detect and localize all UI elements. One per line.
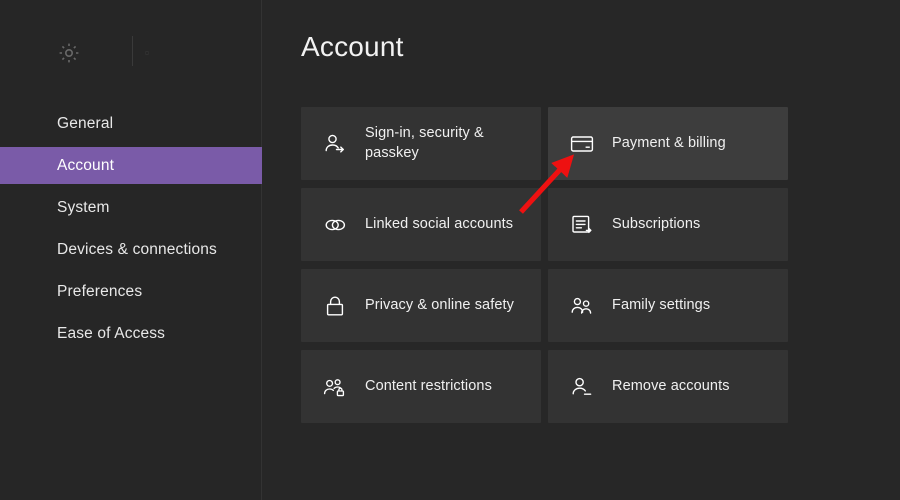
tile-label: Remove accounts [612,377,730,394]
tile-family-settings[interactable]: Family settings [548,269,788,342]
tile-label: Subscriptions [612,215,701,232]
sidebar-nav: General Account System Devices & connect… [0,105,262,352]
tile-label: Privacy & online safety [365,296,514,313]
header-ghost-glyph: ▫ [144,45,150,60]
gear-icon[interactable] [57,41,81,65]
tile-subscriptions[interactable]: Subscriptions [548,188,788,261]
person-arrow-icon [322,131,348,157]
sidebar-item-ease-of-access[interactable]: Ease of Access [0,315,262,352]
sidebar-item-label: Ease of Access [57,324,166,342]
tile-remove-accounts[interactable]: Remove accounts [548,350,788,423]
tile-content-restrictions[interactable]: Content restrictions [301,350,541,423]
document-list-icon [569,212,595,238]
account-tile-grid: Sign-in, security & passkey Payment & bi… [301,107,788,423]
tile-label: Sign-in, security & passkey [365,125,484,161]
settings-window: ▫ General Account System Devices & conne… [0,0,900,500]
tile-sign-in-security-passkey[interactable]: Sign-in, security & passkey [301,107,541,180]
sidebar-item-label: Preferences [57,282,143,300]
sidebar-item-account[interactable]: Account [0,147,262,184]
sidebar: ▫ General Account System Devices & conne… [0,0,262,500]
link-chain-icon [322,212,348,238]
people-lock-icon [322,374,348,400]
tile-label: Payment & billing [612,134,726,151]
sidebar-item-label: Devices & connections [57,240,217,258]
tile-label: Family settings [612,296,711,313]
lock-icon [322,293,348,319]
tile-privacy-online-safety[interactable]: Privacy & online safety [301,269,541,342]
sidebar-item-label: General [57,114,114,132]
tile-linked-social-accounts[interactable]: Linked social accounts [301,188,541,261]
people-group-icon [569,293,595,319]
sidebar-item-system[interactable]: System [0,189,262,226]
tile-label: Content restrictions [365,377,492,394]
page-title: Account [301,31,404,62]
sidebar-header: ▫ [0,0,262,100]
main-pane: Account Sign-in, security & passkey Paym… [262,0,900,500]
sidebar-item-preferences[interactable]: Preferences [0,273,262,310]
sidebar-item-label: System [57,198,110,216]
tile-label: Linked social accounts [365,215,514,232]
sidebar-item-label: Account [57,156,115,174]
header-divider [132,36,133,66]
tile-payment-billing[interactable]: Payment & billing [548,107,788,180]
person-minus-icon [569,374,595,400]
sidebar-item-devices-connections[interactable]: Devices & connections [0,231,262,268]
sidebar-item-general[interactable]: General [0,105,262,142]
credit-card-icon [569,131,595,157]
